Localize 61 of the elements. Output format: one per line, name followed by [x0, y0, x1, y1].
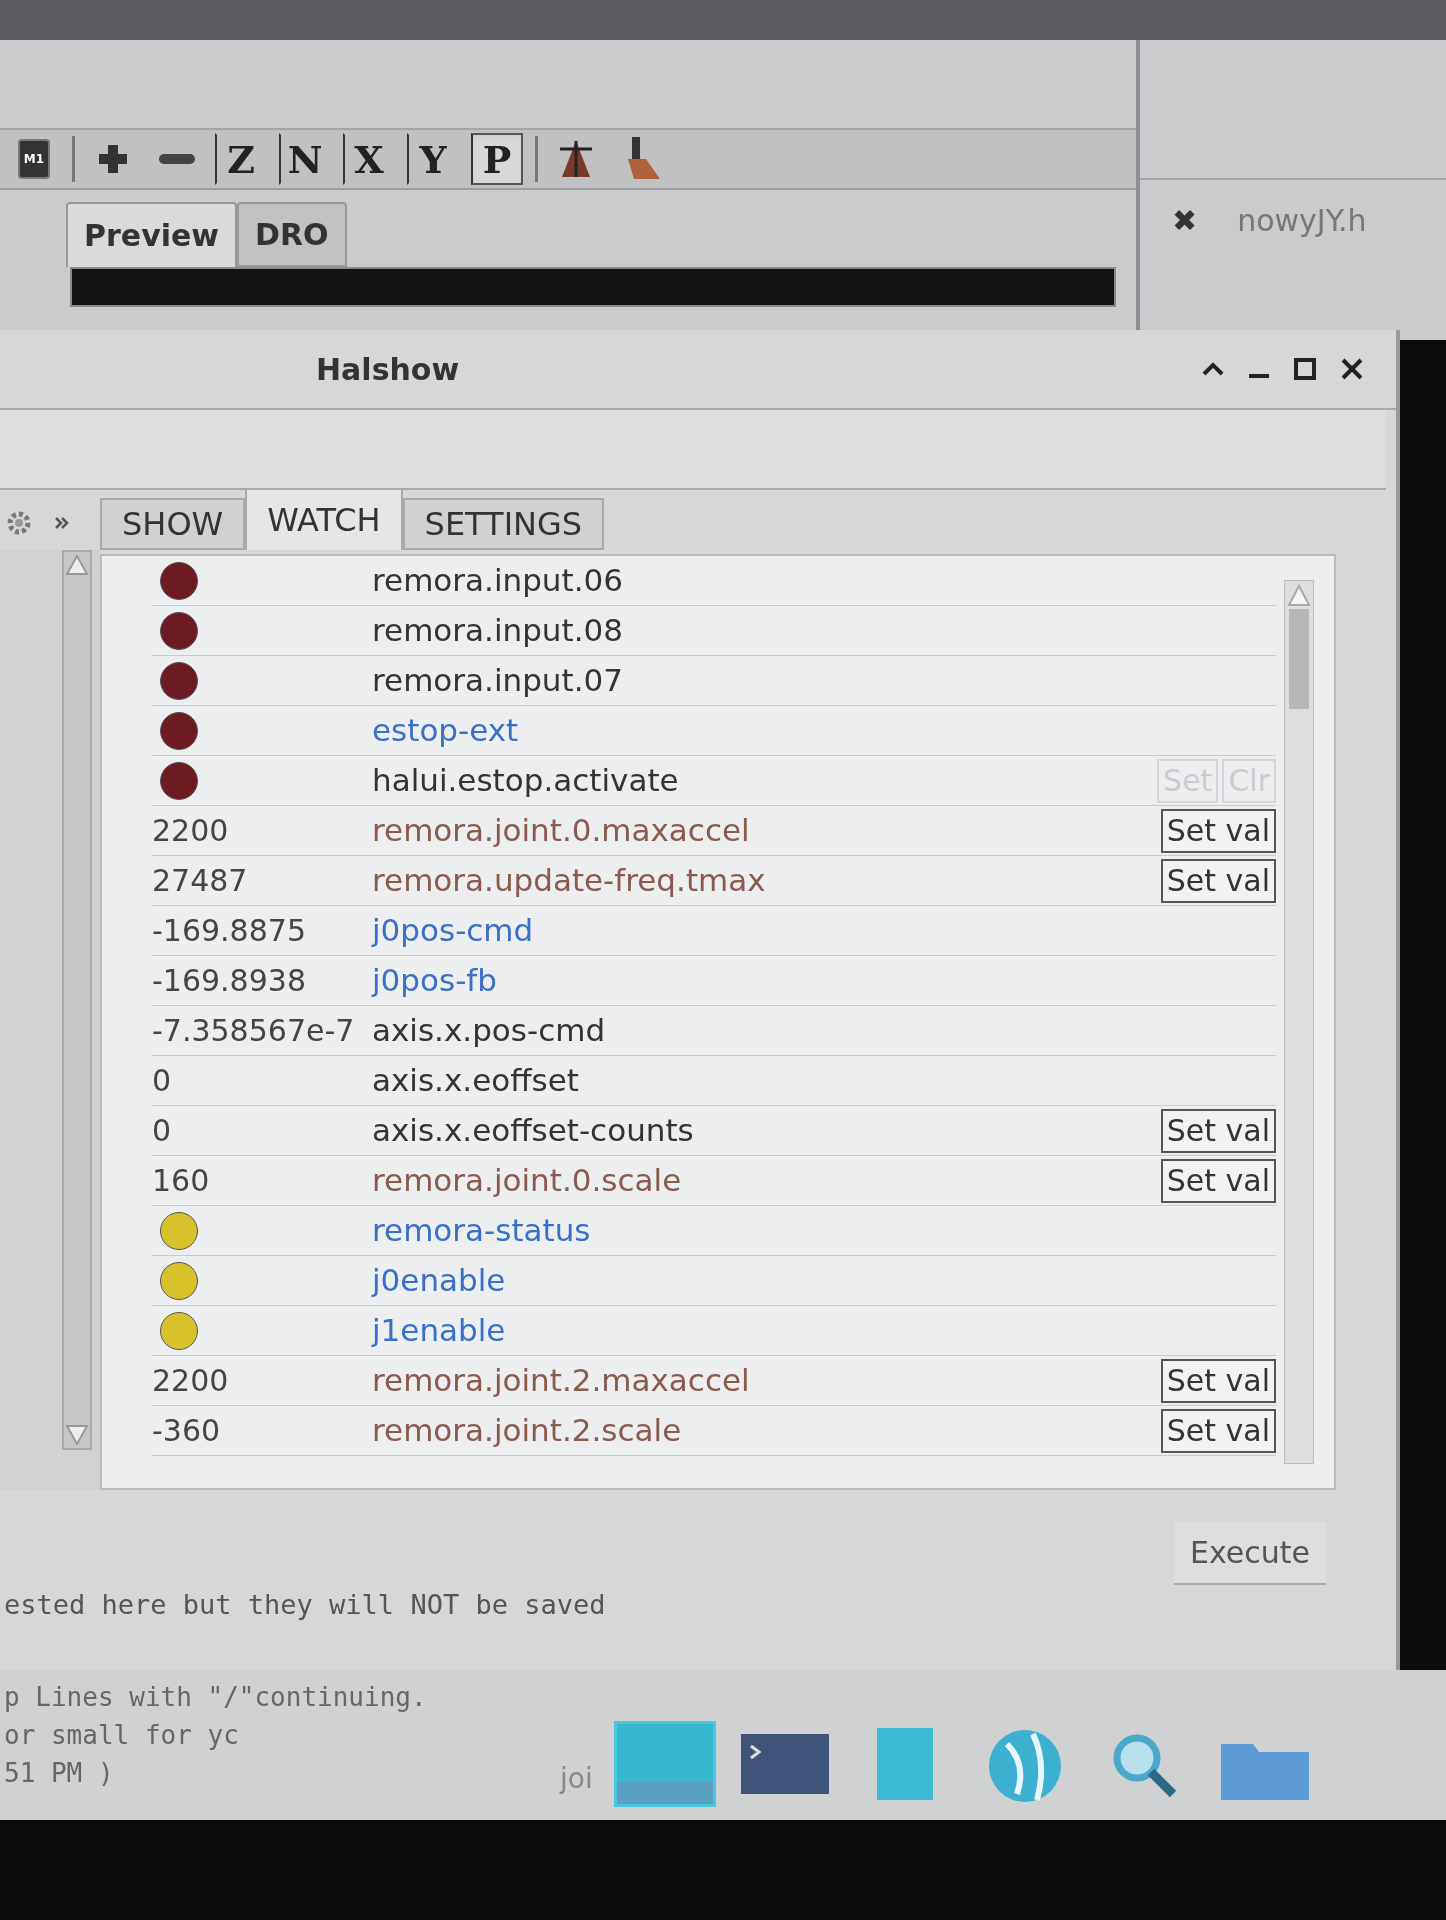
- tab[interactable]: SHOW: [100, 498, 246, 550]
- scroll-up-icon[interactable]: [64, 552, 90, 578]
- view-button[interactable]: P: [471, 133, 523, 185]
- value-text: -169.8938: [152, 962, 306, 1000]
- set-button[interactable]: Set val: [1160, 1108, 1276, 1153]
- minus-icon: [159, 154, 195, 164]
- view-button[interactable]: Z: [215, 133, 267, 185]
- set-button[interactable]: Set val: [1160, 858, 1276, 903]
- double-chevron-icon[interactable]: [54, 516, 70, 530]
- pin-name: halui.estop.activate: [372, 761, 679, 801]
- pin-name: axis.x.eoffset-counts: [372, 1111, 694, 1151]
- scroll-down-icon[interactable]: [64, 1422, 90, 1448]
- value-text: -7.358567e-7: [152, 1012, 355, 1050]
- pin-name: j0pos-cmd: [372, 911, 534, 951]
- value-text: 27487: [152, 862, 248, 900]
- pin-name: remora.joint.0.maxaccel: [372, 811, 750, 851]
- set-button[interactable]: Set val: [1160, 1358, 1276, 1403]
- pin-name: j1enable: [372, 1311, 506, 1351]
- pin-name: estop-ext: [372, 711, 519, 751]
- tab[interactable]: SETTINGS: [402, 498, 605, 550]
- close-icon[interactable]: [1340, 357, 1364, 381]
- pin-name: remora.joint.2.maxaccel: [372, 1361, 750, 1401]
- pin-name: axis.x.pos-cmd: [372, 1011, 606, 1051]
- set-button[interactable]: Set val: [1160, 1158, 1276, 1203]
- value-text: -360: [152, 1412, 221, 1450]
- value-text: 2200: [152, 1362, 229, 1400]
- shade-icon[interactable]: [1202, 362, 1224, 376]
- value-text: -169.8875: [152, 912, 306, 950]
- pin-name: remora-status: [372, 1211, 591, 1251]
- scrollbar[interactable]: [1284, 580, 1314, 1464]
- pin-name: remora.input.07: [372, 661, 623, 701]
- tab[interactable]: WATCH: [245, 488, 403, 550]
- close-icon[interactable]: ✖: [1172, 197, 1198, 243]
- value-text: 0: [152, 1062, 172, 1100]
- tab[interactable]: DRO: [237, 202, 347, 267]
- execute-button[interactable]: Execute: [1174, 1522, 1326, 1585]
- pin-name: remora.input.08: [372, 611, 623, 651]
- view-button[interactable]: X: [343, 133, 395, 185]
- value-text: 160: [152, 1162, 210, 1200]
- tab[interactable]: Preview: [66, 202, 238, 267]
- pin-name: axis.x.eoffset: [372, 1061, 579, 1101]
- value-text: 2200: [152, 812, 229, 850]
- view-button[interactable]: N: [279, 133, 331, 185]
- console-line: or small for yc: [4, 1719, 240, 1752]
- set-button[interactable]: Set val: [1160, 808, 1276, 853]
- pin-name: j0enable: [372, 1261, 506, 1301]
- console-line: 51 PM ): [4, 1757, 115, 1790]
- taskbar-label: joi: [560, 1761, 593, 1797]
- maximize-icon[interactable]: [1294, 358, 1316, 380]
- pin-name: remora.joint.0.scale: [372, 1161, 682, 1201]
- pin-name: j0pos-fb: [372, 961, 497, 1001]
- view-button[interactable]: Y: [407, 133, 459, 185]
- pin-name: remora.joint.2.scale: [372, 1411, 682, 1451]
- pin-name: remora.update-freq.tmax: [372, 861, 766, 901]
- command-note: ested here but they will NOT be saved: [3, 1588, 607, 1622]
- window-title: Halshow: [316, 350, 460, 389]
- pin-name: remora.input.06: [372, 561, 623, 601]
- console-line: p Lines with "/"continuing.: [4, 1681, 428, 1714]
- scroll-thumb[interactable]: [1289, 609, 1309, 709]
- set-button[interactable]: Set val: [1160, 1408, 1276, 1453]
- value-text: 0: [152, 1112, 172, 1150]
